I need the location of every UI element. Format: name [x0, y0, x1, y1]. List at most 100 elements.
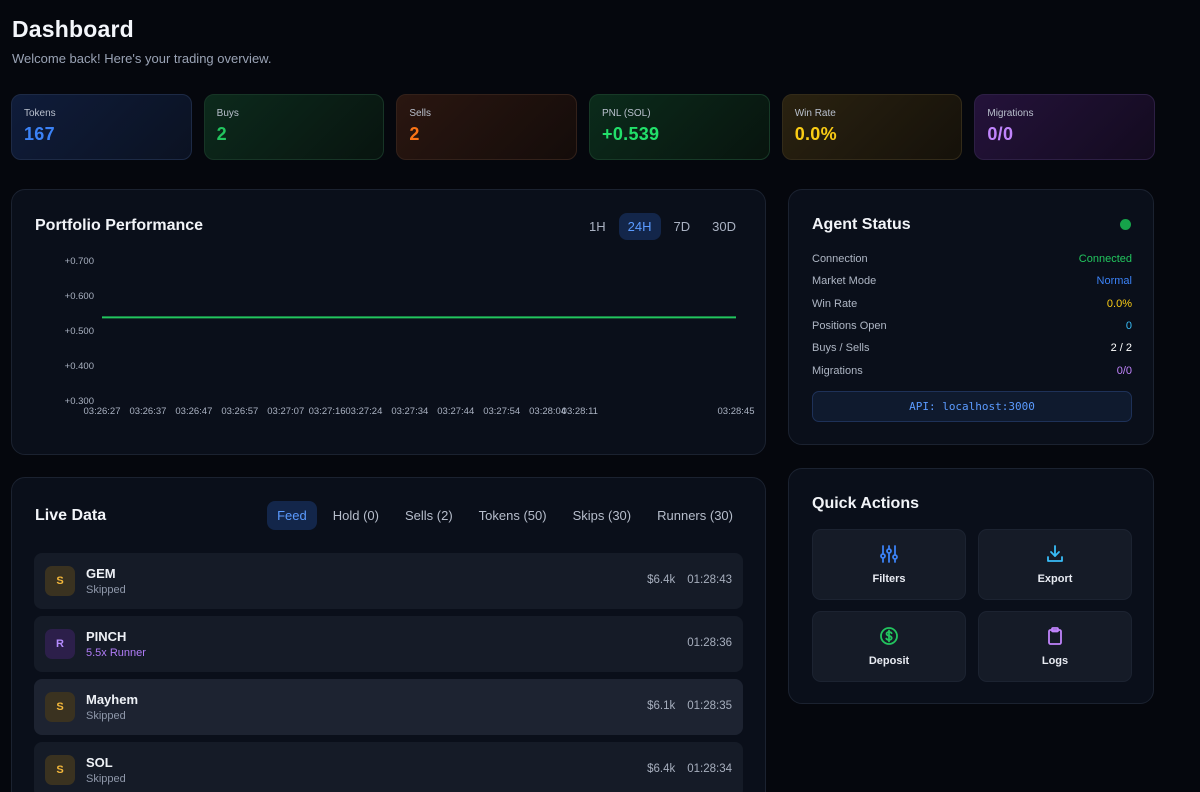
timestamp: 01:28:34: [687, 763, 732, 775]
status-row-market-mode: Market Mode Normal: [812, 270, 1132, 292]
token-name: GEM: [86, 566, 116, 581]
x-tick-label: 03:27:54: [483, 406, 520, 417]
api-endpoint: API: localhost:3000: [812, 391, 1132, 422]
action-label: Export: [1037, 573, 1073, 585]
status-row-migrations: Migrations 0/0: [812, 359, 1132, 381]
x-tick-label: 03:27:34: [391, 406, 428, 417]
stat-card-sells: Sells 2: [396, 94, 578, 160]
y-tick-label: +0.400: [65, 361, 94, 372]
dollar-circle-icon: [879, 626, 899, 646]
live-data-card: Live Data Feed Hold (0) Sells (2) Tokens…: [11, 477, 766, 792]
status-row-win-rate: Win Rate 0.0%: [812, 293, 1132, 315]
market-cap: $6.1k: [647, 700, 676, 712]
timestamp: 01:28:43: [687, 574, 732, 586]
quick-actions-grid: Filters Export Deposit Logs: [812, 529, 1132, 682]
action-label: Deposit: [868, 655, 910, 667]
card-title: Agent Status: [812, 216, 911, 233]
stat-value: 0/0: [987, 124, 1014, 144]
page-header: Dashboard Welcome back! Here's your trad…: [12, 16, 271, 66]
tab-tokens[interactable]: Tokens (50): [469, 501, 557, 530]
x-tick-label: 03:27:44: [437, 406, 474, 417]
stats-row: Tokens 167 Buys 2 Sells 2 PNL (SOL) +0.5…: [11, 94, 1156, 160]
range-tab-30d[interactable]: 30D: [703, 213, 745, 240]
stat-value: 2: [409, 124, 420, 144]
token-status: Skipped: [86, 773, 126, 785]
range-tab-7d[interactable]: 7D: [665, 213, 700, 240]
stat-label: Sells: [409, 108, 432, 119]
feed-meta: 01:28:36: [687, 637, 732, 649]
token-status: Skipped: [86, 710, 126, 722]
feed-list: S GEM Skipped $6.4k 01:28:43 R PINCH 5.5…: [34, 553, 743, 792]
x-tick-label: 03:26:47: [175, 406, 212, 417]
x-tick-label: 03:28:45: [718, 406, 755, 417]
stat-value: 0.0%: [794, 124, 837, 144]
logs-button[interactable]: Logs: [978, 611, 1132, 682]
card-title: Quick Actions: [812, 495, 919, 512]
status-key: Positions Open: [812, 320, 887, 333]
stat-label: Win Rate: [794, 108, 836, 119]
stat-card-migrations: Migrations 0/0: [974, 94, 1156, 160]
stat-label: Tokens: [24, 108, 56, 119]
performance-chart: +0.700+0.600+0.500+0.400+0.30003:26:27 03…: [65, 256, 755, 417]
status-value: Connected: [1078, 253, 1132, 266]
stat-value: 2: [216, 124, 227, 144]
status-key: Migrations: [812, 364, 863, 377]
y-tick-label: +0.700: [65, 256, 94, 267]
export-button[interactable]: Export: [978, 529, 1132, 600]
range-tab-24h[interactable]: 24H: [618, 213, 661, 240]
feed-item[interactable]: S SOL Skipped $6.4k 01:28:34: [34, 742, 743, 792]
tab-runners[interactable]: Runners (30): [647, 501, 743, 530]
agent-status-card: Agent Status Connection Connected Market…: [788, 189, 1154, 445]
status-value: 2 / 2: [1110, 342, 1132, 355]
feed-item[interactable]: S Mayhem Skipped $6.1k 01:28:35: [34, 679, 743, 735]
tab-skips[interactable]: Skips (30): [563, 501, 642, 530]
token-name: PINCH: [86, 629, 127, 644]
token-status: 5.5x Runner: [86, 647, 146, 659]
tab-hold[interactable]: Hold (0): [323, 501, 389, 530]
status-indicator: [1120, 219, 1131, 230]
status-value: 0/0: [1116, 364, 1132, 377]
stat-card-tokens: Tokens 167: [11, 94, 192, 160]
tab-feed[interactable]: Feed: [267, 501, 317, 530]
x-tick-label: 03:28:04: [529, 406, 566, 417]
stat-label: Buys: [216, 108, 239, 119]
token-name: SOL: [86, 755, 113, 770]
stat-label: PNL (SOL): [602, 108, 651, 119]
feed-meta: $6.4k 01:28:34: [647, 763, 732, 775]
status-value: 0: [1125, 320, 1132, 333]
status-key: Connection: [812, 253, 868, 266]
status-row-positions-open: Positions Open 0: [812, 315, 1132, 337]
action-label: Filters: [872, 573, 906, 585]
y-tick-label: +0.600: [65, 291, 94, 302]
status-row-connection: Connection Connected: [812, 248, 1132, 270]
action-label: Logs: [1041, 655, 1069, 667]
feed-item[interactable]: R PINCH 5.5x Runner 01:28:36: [34, 616, 743, 672]
status-value: 0.0%: [1106, 297, 1132, 310]
feed-item[interactable]: S GEM Skipped $6.4k 01:28:43: [34, 553, 743, 609]
deposit-button[interactable]: Deposit: [812, 611, 966, 682]
x-tick-label: 03:27:16: [309, 406, 346, 417]
tab-sells[interactable]: Sells (2): [395, 501, 463, 530]
range-selector: 1H 24H 7D 30D: [580, 213, 745, 240]
page-subtitle: Welcome back! Here's your trading overvi…: [12, 51, 272, 66]
download-icon: [1045, 544, 1065, 564]
y-tick-label: +0.500: [65, 326, 94, 337]
market-cap: $6.4k: [647, 763, 676, 775]
token-badge: S: [45, 692, 75, 722]
token-status: Skipped: [86, 584, 126, 596]
token-badge: S: [45, 566, 75, 596]
page-title: Dashboard: [12, 16, 134, 42]
feed-meta: $6.1k 01:28:35: [647, 700, 732, 712]
stat-label: Migrations: [987, 108, 1034, 119]
timestamp: 01:28:35: [687, 700, 732, 712]
status-key: Market Mode: [812, 275, 877, 288]
filters-button[interactable]: Filters: [812, 529, 966, 600]
x-tick-label: 03:28:11: [562, 406, 598, 417]
agent-status-list: Connection Connected Market Mode Normal …: [812, 248, 1132, 382]
x-tick-label: 03:26:27: [84, 406, 121, 417]
stat-card-win-rate: Win Rate 0.0%: [781, 94, 963, 160]
status-key: Win Rate: [812, 297, 858, 310]
x-tick-label: 03:27:24: [345, 406, 382, 417]
range-tab-1h[interactable]: 1H: [580, 213, 615, 240]
token-name: Mayhem: [86, 692, 139, 707]
